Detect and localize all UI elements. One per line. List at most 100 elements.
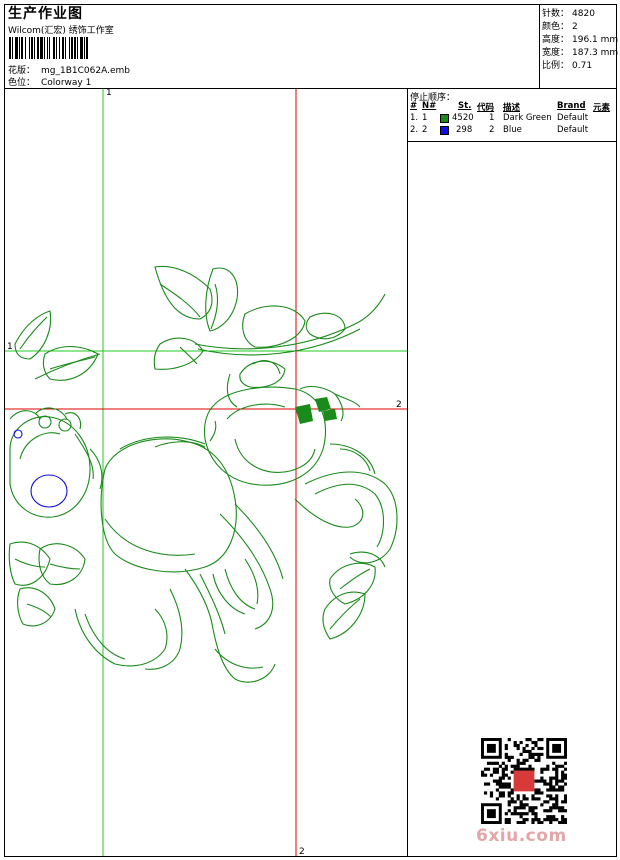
qr-module bbox=[522, 812, 526, 816]
colorway-label: 色位： bbox=[8, 78, 36, 88]
qr-module bbox=[481, 773, 485, 777]
qr-module bbox=[489, 794, 494, 798]
qr-module bbox=[549, 818, 553, 822]
qr-module bbox=[504, 755, 508, 759]
qr-module bbox=[555, 776, 559, 780]
qr-module bbox=[495, 779, 499, 783]
table-header: # N# St. 代码 描述 Brand 元素 bbox=[409, 101, 616, 113]
qr-module bbox=[537, 818, 541, 822]
qr-module bbox=[561, 821, 565, 824]
qr-module bbox=[522, 794, 526, 798]
qr-module bbox=[507, 758, 511, 762]
row-description: Blue bbox=[503, 125, 522, 135]
qr-module bbox=[501, 776, 505, 780]
qr-module bbox=[549, 776, 553, 780]
qr-module bbox=[525, 803, 529, 807]
qr-module bbox=[540, 738, 544, 742]
qr-module bbox=[537, 752, 541, 756]
qr-module bbox=[540, 767, 544, 771]
qr-module bbox=[516, 797, 520, 801]
qr-module bbox=[537, 738, 541, 742]
qr-module bbox=[528, 752, 532, 756]
qr-module bbox=[537, 797, 541, 801]
qr-module bbox=[555, 803, 559, 807]
qr-module bbox=[534, 806, 538, 810]
qr-module bbox=[528, 738, 532, 742]
qr-module bbox=[522, 767, 526, 771]
qr-module bbox=[507, 738, 511, 742]
qr-module bbox=[549, 785, 553, 789]
qr-module bbox=[552, 767, 556, 771]
qr-module bbox=[489, 791, 494, 795]
qr-module bbox=[546, 767, 550, 771]
qr-module bbox=[552, 761, 556, 765]
green-guide-label-top: 1 bbox=[106, 88, 112, 98]
qr-module bbox=[543, 779, 547, 783]
qr-module bbox=[549, 794, 553, 798]
qr-module bbox=[516, 764, 520, 768]
qr-module bbox=[543, 782, 547, 786]
row-code: 2 bbox=[489, 125, 495, 135]
qr-module bbox=[507, 800, 511, 804]
stat-value: 4820 bbox=[572, 9, 595, 19]
qr-module bbox=[531, 797, 535, 801]
qr-module bbox=[558, 779, 562, 783]
qr-module bbox=[543, 818, 547, 822]
qr-module bbox=[522, 749, 526, 754]
stat-label: 针数： bbox=[542, 9, 570, 19]
qr-module bbox=[537, 746, 541, 751]
qr-module bbox=[495, 767, 499, 771]
qr-module bbox=[528, 767, 532, 771]
qr-module bbox=[558, 788, 562, 792]
qr-module bbox=[543, 800, 547, 804]
qr-module bbox=[483, 773, 488, 777]
qr-module bbox=[534, 815, 538, 819]
qr-module bbox=[552, 776, 556, 780]
qr-module bbox=[525, 767, 529, 771]
qr-module bbox=[534, 797, 538, 801]
qr-module bbox=[540, 803, 544, 807]
row-needle: 2 bbox=[422, 125, 428, 135]
qr-module bbox=[483, 767, 488, 771]
colorway-value: Colorway 1 bbox=[41, 78, 92, 88]
qr-module bbox=[513, 767, 517, 771]
qr-module bbox=[492, 767, 497, 771]
green-thread-outline bbox=[8, 265, 398, 683]
qr-module bbox=[525, 797, 529, 801]
qr-module bbox=[504, 746, 508, 751]
stat-value: 2 bbox=[572, 22, 578, 32]
qr-module bbox=[507, 785, 511, 789]
qr-module bbox=[519, 821, 523, 824]
qr-module bbox=[504, 818, 508, 822]
qr-module bbox=[504, 752, 508, 756]
qr-module bbox=[501, 773, 505, 777]
blue-thread-outline bbox=[13, 429, 68, 508]
qr-module bbox=[549, 815, 553, 819]
qr-module bbox=[507, 776, 511, 780]
qr-module bbox=[540, 776, 544, 780]
qr-module bbox=[495, 761, 499, 765]
qr-module bbox=[495, 770, 499, 774]
qr-module bbox=[531, 821, 535, 824]
qr-module bbox=[516, 761, 520, 765]
qr-module bbox=[516, 812, 520, 816]
qr-module bbox=[501, 761, 505, 765]
qr-module bbox=[552, 803, 556, 807]
qr-module bbox=[534, 812, 538, 816]
qr-module bbox=[513, 812, 517, 816]
qr-module bbox=[498, 776, 502, 780]
qr-module bbox=[498, 785, 502, 789]
qr-module bbox=[489, 761, 494, 765]
qr-module bbox=[519, 752, 523, 756]
qr-module bbox=[519, 767, 523, 771]
qr-module bbox=[528, 749, 532, 754]
qr-module bbox=[492, 770, 497, 774]
qr-module bbox=[531, 755, 535, 759]
stat-value: 0.71 bbox=[572, 61, 593, 71]
qr-module bbox=[555, 770, 559, 774]
qr-module bbox=[534, 788, 538, 792]
stat-stitches: 针数： 4820 bbox=[542, 6, 595, 19]
qr-module bbox=[507, 818, 511, 822]
qr-module bbox=[504, 767, 508, 771]
qr-module bbox=[555, 773, 559, 777]
